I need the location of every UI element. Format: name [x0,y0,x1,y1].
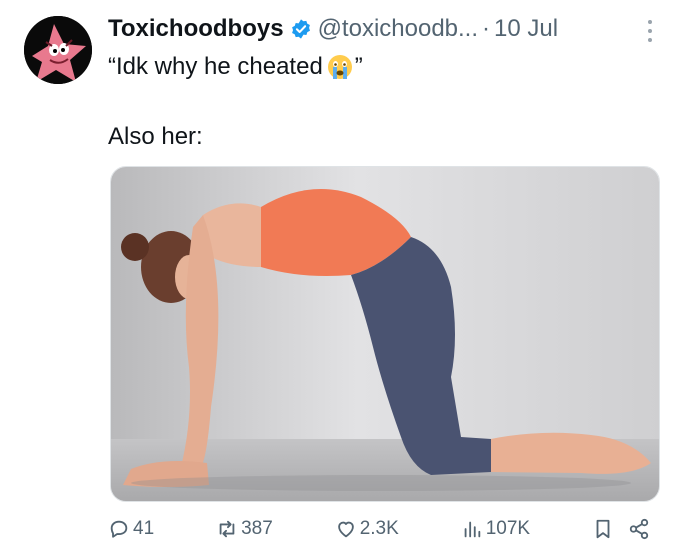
display-name[interactable]: Toxichoodboys [108,14,284,44]
tweet-text-line2: Also her: [108,123,203,150]
post-date[interactable]: 10 Jul [494,14,558,44]
views-button[interactable]: 107K [461,518,530,540]
user-handle[interactable]: @toxichoodb... [318,14,478,44]
heart-icon [337,521,354,538]
views-chart-icon [464,521,480,538]
bookmark-icon[interactable] [592,518,614,540]
retweet-icon [219,520,235,538]
like-button[interactable]: 2.3K [335,518,399,540]
crying-face-emoji-icon [327,55,352,79]
tweet-quote-close: ” [354,53,363,80]
retweet-button[interactable]: 387 [216,518,273,540]
share-icon[interactable] [628,518,650,540]
tweet-text: “Idk why he cheated ” [108,52,363,82]
more-options-icon[interactable] [640,20,660,42]
tweet-media-image[interactable] [110,166,660,502]
tweet-quote-text: “Idk why he cheated [108,53,323,80]
reply-button[interactable]: 41 [108,518,154,540]
like-count: 2.3K [359,518,399,539]
views-count: 107K [485,518,531,539]
tweet-header: Toxichoodboys @toxichoodb... · 10 Jul [108,14,660,44]
avatar[interactable] [24,16,92,84]
reply-icon [110,520,128,538]
separator-dot: · [482,15,491,42]
yoga-cat-pose-photo-icon [111,167,659,501]
action-bar: 41 387 2.3K 107K [108,514,650,544]
verified-badge-icon [291,19,310,39]
reply-count: 41 [133,518,155,539]
retweet-count: 387 [241,518,273,539]
action-bar-right [592,518,650,540]
patrick-star-avatar-icon [24,16,92,84]
